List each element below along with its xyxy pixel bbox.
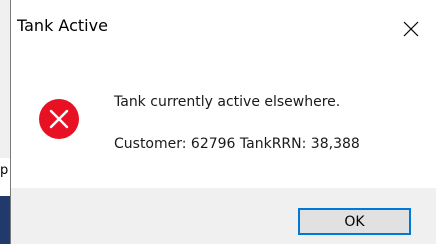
dialog-content: Tank currently active elsewhere. Custome… bbox=[11, 60, 436, 188]
background-blue-area bbox=[0, 196, 10, 244]
error-icon bbox=[39, 99, 79, 139]
close-button[interactable] bbox=[394, 12, 428, 46]
close-icon bbox=[403, 21, 419, 37]
ok-button[interactable]: OK bbox=[298, 208, 411, 235]
dialog-title: Tank Active bbox=[17, 16, 108, 35]
title-bar[interactable]: Tank Active bbox=[11, 0, 436, 60]
background-partial-text: p bbox=[0, 160, 10, 182]
dialog-detail: Customer: 62796 TankRRN: 38,388 bbox=[114, 136, 360, 152]
background-window-edge: p bbox=[0, 0, 10, 244]
dialog-message: Tank currently active elsewhere. bbox=[114, 94, 341, 110]
dialog-footer: OK bbox=[11, 188, 436, 244]
message-dialog: Tank Active Tank currently active elsewh… bbox=[10, 0, 436, 244]
background-panel bbox=[0, 0, 10, 158]
